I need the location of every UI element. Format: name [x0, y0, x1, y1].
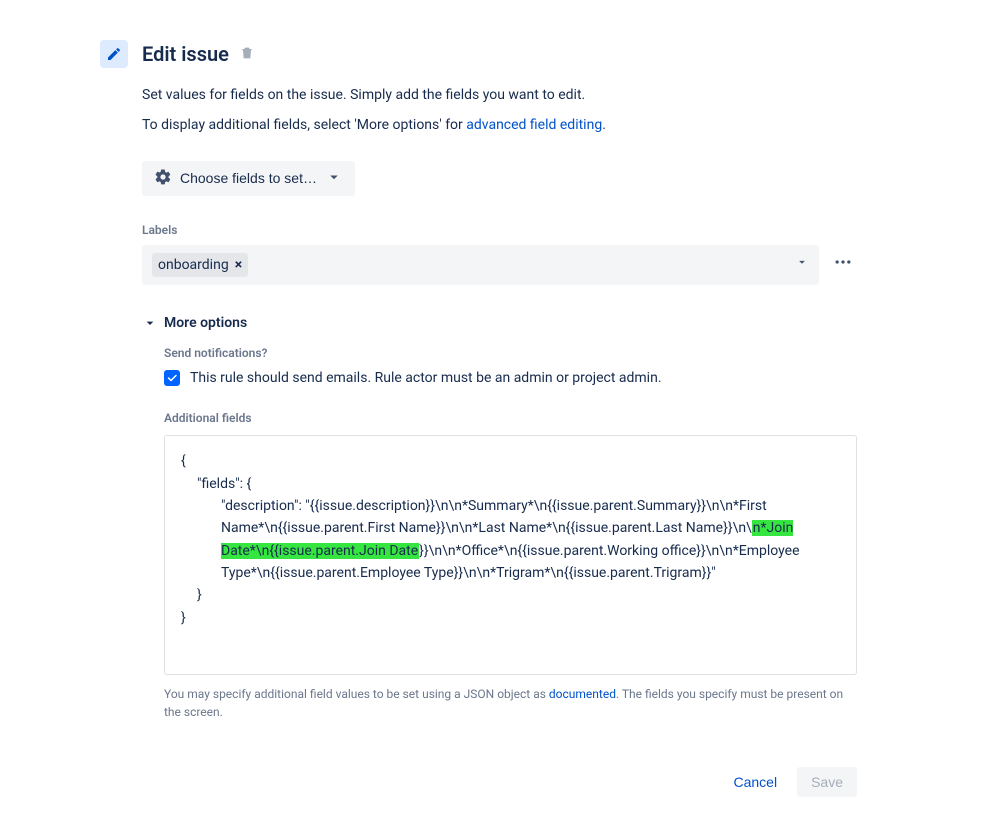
advanced-field-editing-link[interactable]: advanced field editing	[466, 117, 602, 133]
check-icon	[166, 372, 178, 384]
tag-remove-icon[interactable]: ×	[235, 258, 242, 272]
additional-fields-label: Additional fields	[164, 410, 857, 427]
more-options-toggle[interactable]: More options	[142, 313, 857, 333]
edit-issue-icon	[100, 40, 128, 68]
labels-field-label: Labels	[142, 222, 857, 239]
send-notifications-checkbox[interactable]	[164, 370, 180, 386]
chevron-down-icon[interactable]	[795, 255, 809, 275]
label-tag: onboarding ×	[152, 253, 248, 277]
delete-icon[interactable]	[239, 40, 255, 69]
labels-more-icon[interactable]	[829, 248, 857, 282]
send-notifications-text: This rule should send emails. Rule actor…	[190, 368, 662, 388]
labels-input[interactable]: onboarding ×	[142, 245, 819, 285]
page-title: Edit issue	[142, 40, 255, 69]
choose-fields-button[interactable]: Choose fields to set…	[142, 161, 355, 196]
cancel-button[interactable]: Cancel	[719, 767, 791, 797]
chevron-down-icon	[325, 168, 343, 189]
additional-fields-hint: You may specify additional field values …	[164, 685, 857, 721]
intro-line-1: Set values for fields on the issue. Simp…	[142, 85, 857, 105]
save-button[interactable]: Save	[797, 767, 857, 797]
additional-fields-editor[interactable]: { "fields": { "description": "{{issue.de…	[164, 435, 857, 675]
gear-icon	[154, 168, 172, 189]
send-notifications-label: Send notifications?	[164, 345, 857, 362]
intro-line-2: To display additional fields, select 'Mo…	[142, 115, 857, 135]
documented-link[interactable]: documented	[549, 687, 616, 701]
chevron-down-icon	[142, 315, 158, 331]
